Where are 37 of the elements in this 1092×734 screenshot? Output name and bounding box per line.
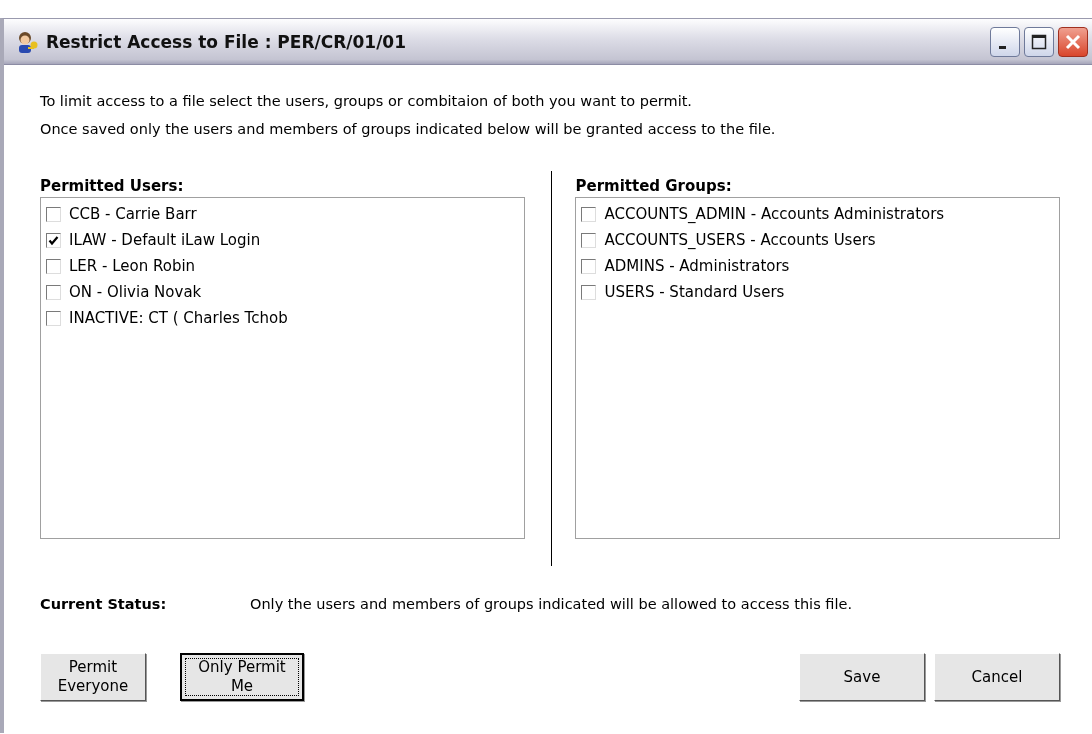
status-text: Only the users and members of groups indicated will be allowed to access this file. <box>250 596 852 612</box>
checkbox-label[interactable]: ON - Olivia Novak <box>69 283 202 301</box>
checkbox-label[interactable]: INACTIVE: CT ( Charles Tchob <box>69 309 288 327</box>
permit-everyone-button[interactable]: Permit Everyone <box>40 653 146 701</box>
close-button[interactable] <box>1058 26 1088 57</box>
checkbox[interactable] <box>46 310 61 326</box>
minimize-icon <box>998 46 1006 49</box>
checkbox[interactable] <box>581 258 597 274</box>
maximize-button[interactable] <box>1024 26 1054 57</box>
minimize-button[interactable] <box>990 26 1020 57</box>
maximize-icon <box>1031 33 1047 50</box>
checkbox[interactable] <box>581 284 597 300</box>
cancel-button[interactable]: Cancel <box>934 653 1060 701</box>
person-with-key-icon <box>16 30 40 53</box>
window-title: Restrict Access to File : PER/CR/01/01 <box>46 31 407 52</box>
checkbox[interactable] <box>581 232 597 248</box>
checkbox[interactable] <box>46 284 61 300</box>
status-label: Current Status: <box>40 596 168 612</box>
checkbox-label[interactable]: ILAW - Default iLaw Login <box>69 231 261 249</box>
checkbox-label[interactable]: CCB - Carrie Barr <box>69 205 197 223</box>
instruction-text: Once saved only the users and members of groups indicated below will be granted access to the file. <box>40 120 777 139</box>
instruction-text: To limit access to a file select the users, groups or combitaion of both you want to permit. <box>40 92 693 111</box>
checkbox-label[interactable]: ACCOUNTS_USERS - Accounts Users <box>604 231 876 249</box>
checkbox[interactable] <box>46 232 61 248</box>
checkbox-label[interactable]: LER - Leon Robin <box>69 257 196 275</box>
only-permit-me-button[interactable]: Only Permit Me <box>180 653 304 701</box>
checkbox[interactable] <box>581 206 597 222</box>
checkmark-icon <box>48 234 59 246</box>
checkbox-label[interactable]: USERS - Standard Users <box>604 283 785 301</box>
section-heading: Permitted Groups: <box>575 176 733 197</box>
checkbox-label[interactable]: ACCOUNTS_ADMIN - Accounts Administrators <box>604 205 945 223</box>
close-icon <box>1065 33 1081 50</box>
checkbox[interactable] <box>46 206 61 222</box>
section-heading: Permitted Users: <box>40 176 185 197</box>
save-button[interactable]: Save <box>799 653 925 701</box>
checkbox[interactable] <box>46 258 61 274</box>
checkbox-label[interactable]: ADMINS - Administrators <box>604 257 790 275</box>
